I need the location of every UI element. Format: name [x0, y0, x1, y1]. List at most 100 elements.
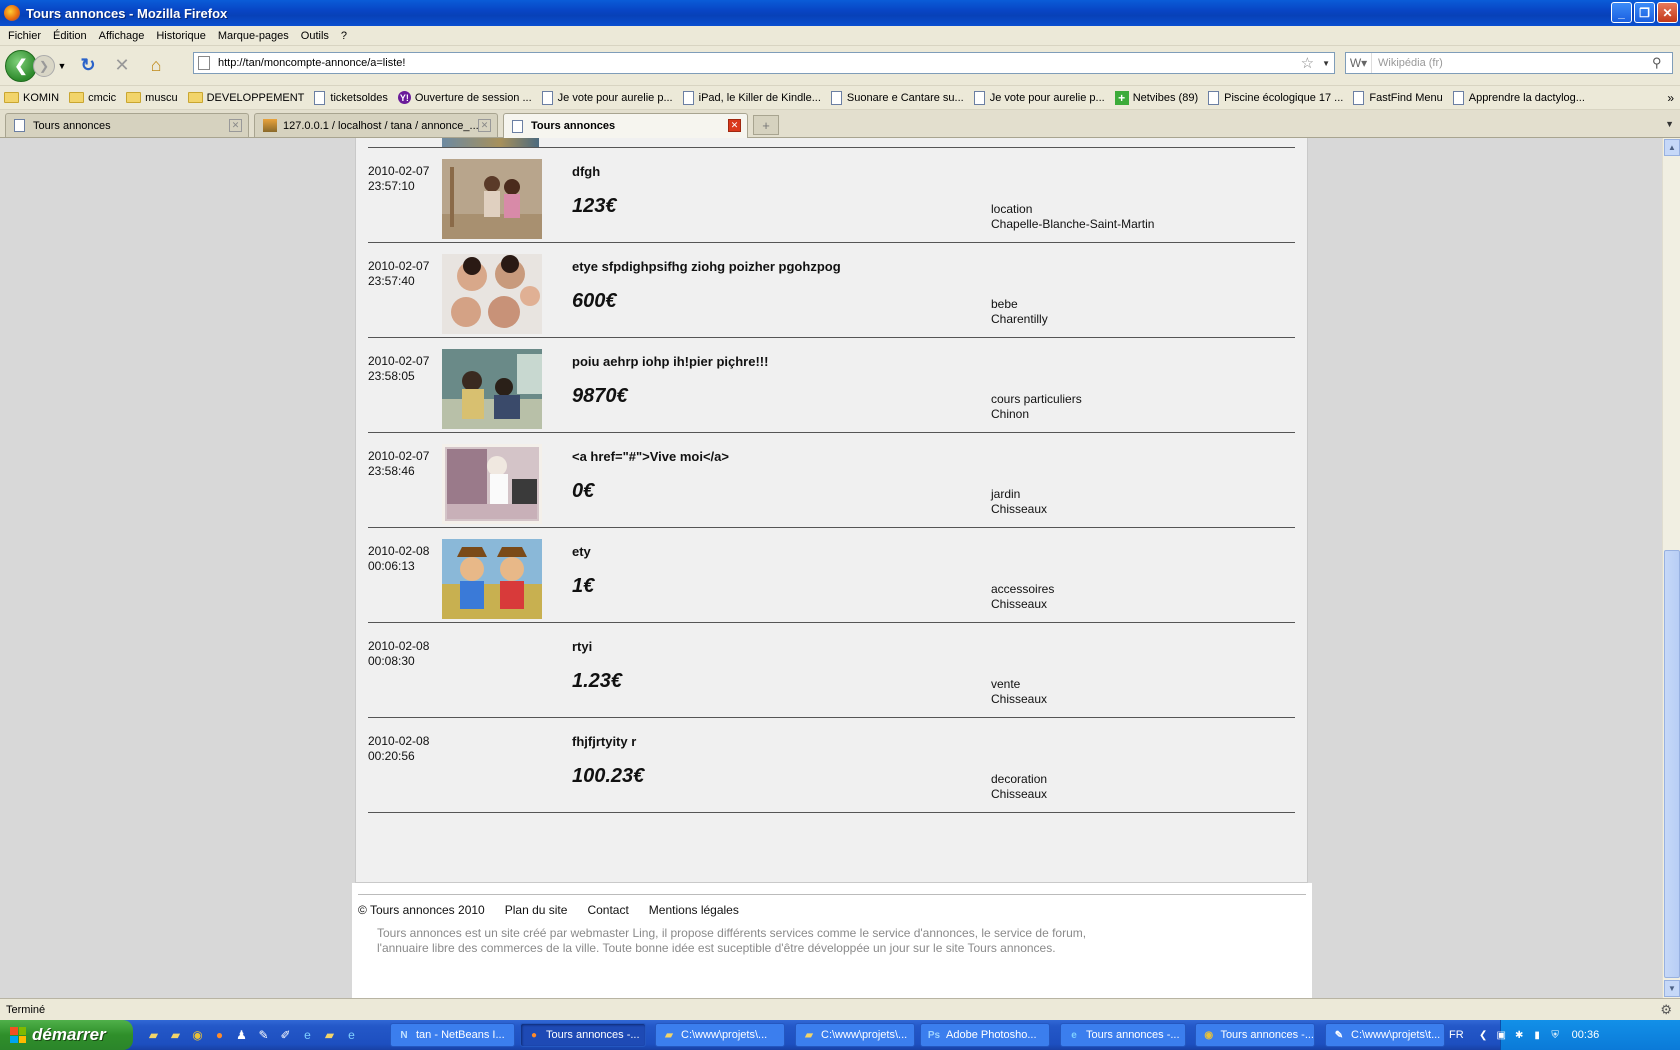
tab-tours-annonces-1[interactable]: Tours annonces ✕: [5, 113, 249, 137]
network-icon[interactable]: ▣: [1494, 1028, 1509, 1043]
ie-icon[interactable]: e: [299, 1027, 316, 1044]
listing-row[interactable]: 2010-02-07 23:57:40 etye sfpdighpsifhg zio…: [368, 242, 1295, 344]
shield-icon[interactable]: ⛨: [1548, 1028, 1563, 1043]
folder-icon[interactable]: ▰: [145, 1027, 162, 1044]
bookmark-item[interactable]: DEVELOPPEMENT: [187, 92, 304, 104]
taskbar-button[interactable]: ● Tours annonces -...: [520, 1023, 646, 1047]
folder-icon[interactable]: ▰: [321, 1027, 338, 1044]
forward-button[interactable]: ❯: [33, 54, 55, 77]
tab-tours-annonces-active[interactable]: Tours annonces ✕: [503, 113, 748, 138]
bookmark-item[interactable]: KOMIN: [4, 92, 59, 104]
bookmark-item[interactable]: FastFind Menu: [1353, 90, 1443, 105]
bookmark-item[interactable]: Suonare e Cantare su...: [830, 90, 964, 105]
paint-icon[interactable]: ✐: [277, 1027, 294, 1044]
chrome-icon[interactable]: ◉: [189, 1027, 206, 1044]
bluetooth-icon[interactable]: ✱: [1512, 1028, 1527, 1043]
listing-title[interactable]: rtyi: [572, 639, 592, 654]
search-bar[interactable]: W▾ Wikipédia (fr) ⚲: [1345, 52, 1673, 74]
bookmark-item[interactable]: iPad, le Killer de Kindle...: [682, 90, 821, 105]
taskbar-button[interactable]: ▰ C:\www\projets\...: [795, 1023, 915, 1047]
listing-row[interactable]: 2010-02-08 00:20:56 fhjfjrtyity r 100.23€ de…: [368, 717, 1295, 819]
listing-title[interactable]: <a href="#">Vive moi</a>: [572, 449, 729, 464]
url-bar[interactable]: http://tan/moncompte-annonce/a=liste! ☆ …: [193, 52, 1335, 74]
listing-row[interactable]: 2010-02-07 23:58:05 poiu aehrp iohp ih!pie…: [368, 337, 1295, 439]
minimize-button[interactable]: _: [1611, 2, 1632, 23]
taskbar-button[interactable]: Ntan - NetBeans I...: [390, 1023, 515, 1047]
listing-thumbnail[interactable]: [442, 349, 542, 429]
listing-thumbnail-partial[interactable]: [442, 138, 539, 147]
search-input[interactable]: Wikipédia (fr): [1372, 57, 1652, 69]
folder-icon[interactable]: ▰: [167, 1027, 184, 1044]
close-tab-icon[interactable]: ✕: [229, 119, 242, 132]
bookmarks-overflow-icon[interactable]: »: [1667, 91, 1674, 105]
home-icon[interactable]: ⌂: [143, 53, 169, 79]
bookmark-item[interactable]: Y! Ouverture de session ...: [397, 91, 532, 104]
stop-icon[interactable]: ✕: [109, 53, 135, 79]
listing-title[interactable]: ety: [572, 544, 591, 559]
tab-phpmyadmin[interactable]: 127.0.0.1 / localhost / tana / annonce_.…: [254, 113, 498, 137]
menu-affichage[interactable]: Affichage: [93, 30, 151, 42]
menu-outils[interactable]: Outils: [295, 30, 335, 42]
bookmark-star-icon[interactable]: ☆: [1301, 54, 1314, 72]
tray-arrow-icon[interactable]: ❮: [1476, 1028, 1491, 1043]
language-indicator[interactable]: FR: [1449, 1029, 1464, 1041]
ie-icon[interactable]: e: [343, 1027, 360, 1044]
listing-title[interactable]: etye sfpdighpsifhg ziohg poizher pgohzpo…: [572, 259, 841, 274]
footer-link-contact[interactable]: Contact: [587, 903, 628, 917]
resize-grip-icon[interactable]: ⚙: [1660, 1002, 1672, 1018]
wikipedia-icon[interactable]: W▾: [1346, 53, 1372, 73]
listing-thumbnail[interactable]: [442, 444, 542, 524]
user-icon[interactable]: ♟: [233, 1027, 250, 1044]
footer-link-mentions[interactable]: Mentions légales: [649, 903, 739, 917]
window-titlebar[interactable]: Tours annonces - Mozilla Firefox _ ❐ ✕: [0, 0, 1680, 26]
taskbar-button[interactable]: ▰ C:\www\projets\...: [655, 1023, 785, 1047]
menu-fichier[interactable]: Fichier: [2, 30, 47, 42]
taskbar-button[interactable]: e Tours annonces -...: [1060, 1023, 1186, 1047]
bookmark-item[interactable]: cmcic: [69, 92, 116, 104]
listing-row[interactable]: 2010-02-08 00:06:13 ety 1€ accessoires Chisse…: [368, 527, 1295, 629]
bookmark-item[interactable]: Je vote pour aurelie p...: [973, 90, 1105, 105]
bookmark-item[interactable]: + Netvibes (89): [1114, 90, 1198, 105]
listing-title[interactable]: dfgh: [572, 164, 600, 179]
scrollbar-thumb[interactable]: [1664, 550, 1680, 978]
reload-icon[interactable]: ↻: [75, 53, 101, 79]
bookmark-item[interactable]: ticketsoldes: [314, 90, 388, 105]
taskbar-button[interactable]: ◉ Tours annonces -...: [1195, 1023, 1315, 1047]
scroll-down-icon[interactable]: ▼: [1664, 980, 1680, 997]
menu-marque-pages[interactable]: Marque-pages: [212, 30, 295, 42]
url-text[interactable]: http://tan/moncompte-annonce/a=liste!: [218, 57, 1301, 69]
maximize-button[interactable]: ❐: [1634, 2, 1655, 23]
new-tab-button[interactable]: +: [753, 115, 779, 135]
taskbar-button[interactable]: Ps Adobe Photosho...: [920, 1023, 1050, 1047]
menu-edition[interactable]: Édition: [47, 30, 93, 42]
vertical-scrollbar[interactable]: ▲ ▼: [1662, 138, 1680, 998]
tool-icon[interactable]: ✎: [255, 1027, 272, 1044]
bookmark-item[interactable]: Je vote pour aurelie p...: [541, 90, 673, 105]
bookmark-item[interactable]: Apprendre la dactylog...: [1452, 90, 1585, 105]
bookmark-item[interactable]: muscu: [126, 92, 178, 104]
listing-thumbnail[interactable]: [442, 539, 542, 619]
battery-icon[interactable]: ▮: [1530, 1028, 1545, 1043]
menu-help[interactable]: ?: [335, 30, 353, 42]
footer-link-plan[interactable]: Plan du site: [505, 903, 568, 917]
url-dropdown-icon[interactable]: ▼: [1322, 59, 1330, 68]
listing-row[interactable]: 2010-02-08 00:08:30 rtyi 1.23€ vente Chisseau…: [368, 622, 1295, 724]
close-button[interactable]: ✕: [1657, 2, 1678, 23]
start-button[interactable]: démarrer: [0, 1020, 133, 1050]
firefox-icon[interactable]: ●: [211, 1027, 228, 1044]
scroll-up-icon[interactable]: ▲: [1664, 139, 1680, 156]
tab-list-dropdown-icon[interactable]: ▼: [1665, 119, 1674, 129]
bookmark-item[interactable]: Piscine écologique 17 ...: [1208, 90, 1343, 105]
listing-row[interactable]: 2010-02-07 23:58:46 <a href="#">Vive moi</…: [368, 432, 1295, 534]
listing-row[interactable]: 2010-02-07 23:57:10 dfgh 123€ location Chapel…: [368, 147, 1295, 249]
listing-thumbnail[interactable]: [442, 254, 542, 334]
history-dropdown-icon[interactable]: ▼: [57, 53, 67, 79]
listing-title[interactable]: fhjfjrtyity r: [572, 734, 636, 749]
listing-thumbnail[interactable]: [442, 159, 542, 239]
close-tab-icon[interactable]: ✕: [728, 119, 741, 132]
taskbar-button[interactable]: ✎ C:\www\projets\t...: [1325, 1023, 1445, 1047]
listing-title[interactable]: poiu aehrp iohp ih!pier piçhre!!!: [572, 354, 768, 369]
close-tab-icon[interactable]: ✕: [478, 119, 491, 132]
menu-historique[interactable]: Historique: [150, 30, 212, 42]
search-icon[interactable]: ⚲: [1652, 55, 1672, 71]
